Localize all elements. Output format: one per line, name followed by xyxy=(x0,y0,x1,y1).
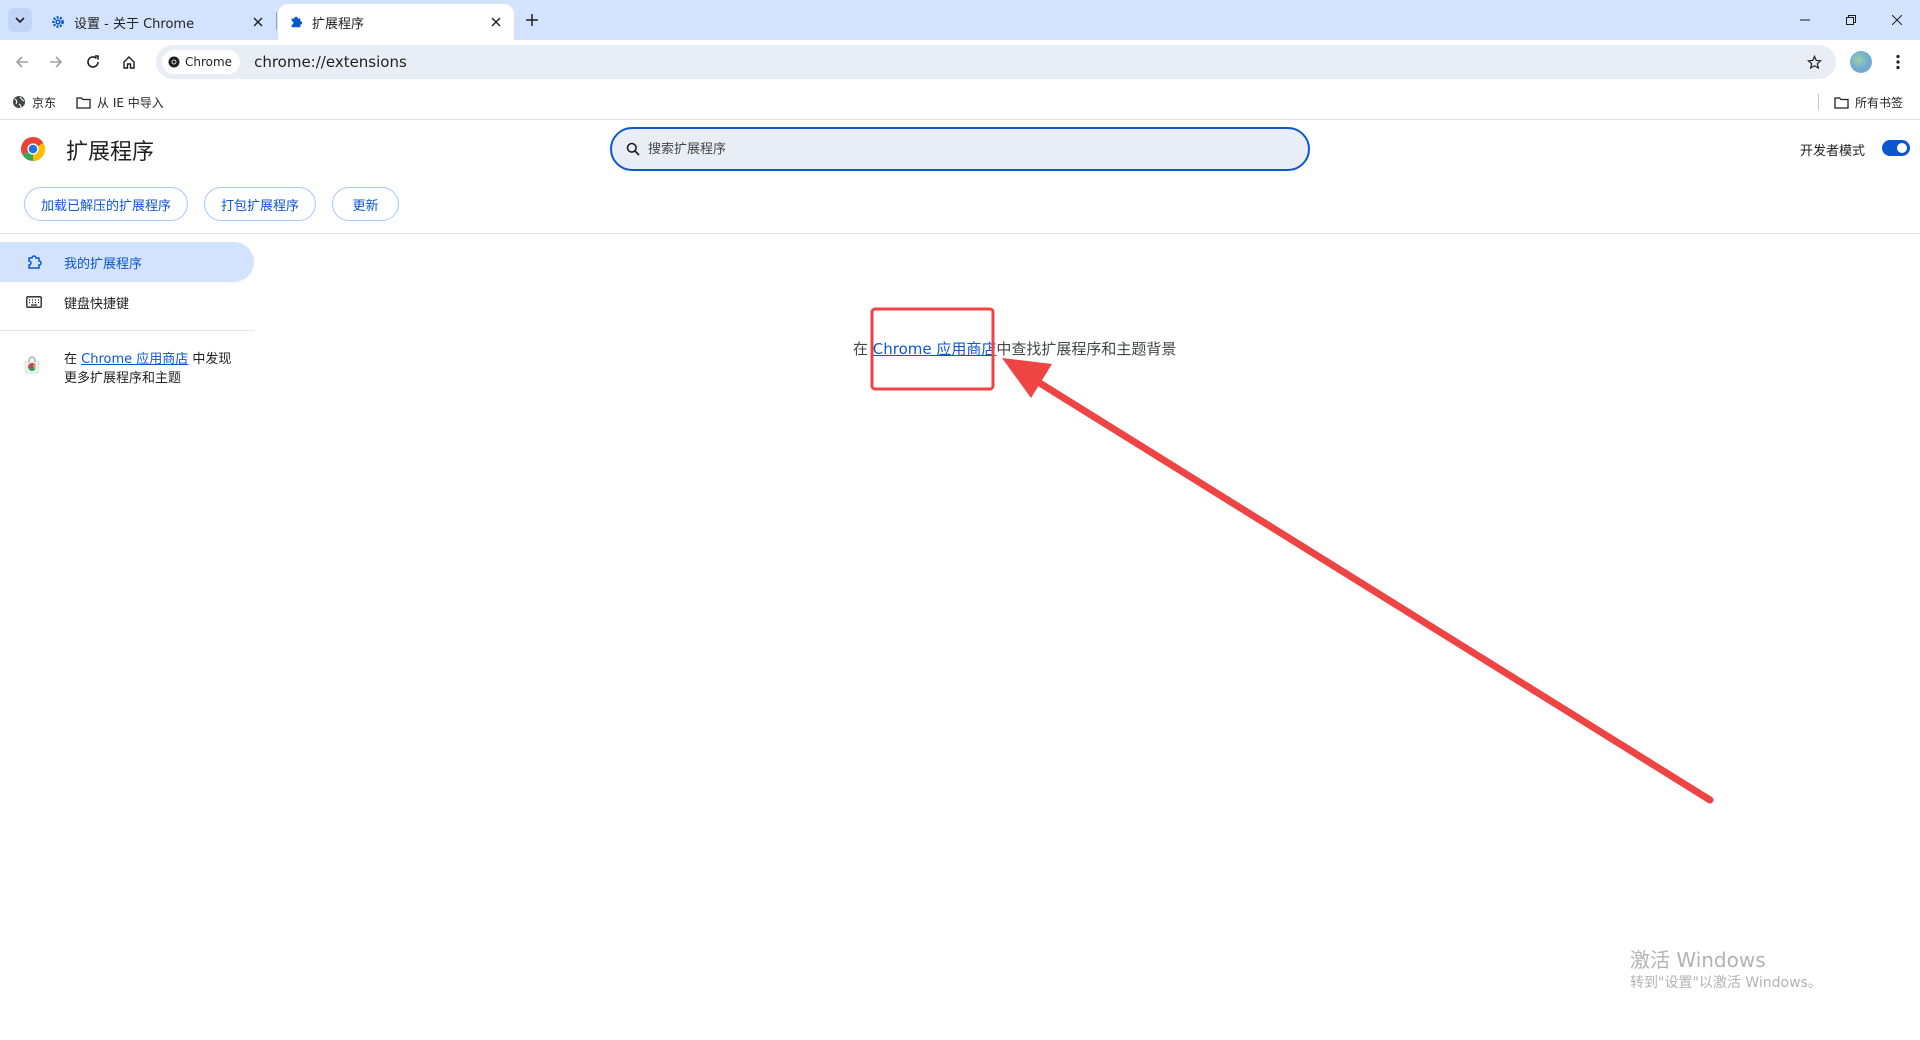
sidebar-item-keyboard-shortcuts[interactable]: 键盘快捷键 xyxy=(0,282,254,322)
page-title: 扩展程序 xyxy=(66,140,155,165)
bookmarks-bar: 京东 从 IE 中导入 所有书签 xyxy=(0,84,1920,120)
web-store-promo-text: 在 Chrome 应用商店 中发现 更多扩展程序和主题 xyxy=(64,350,231,388)
plus-icon xyxy=(526,14,538,26)
tab-search-button[interactable] xyxy=(8,8,32,32)
browser-menu-button[interactable] xyxy=(1886,46,1910,78)
extension-search-box[interactable] xyxy=(610,127,1310,171)
site-chip-label: Chrome xyxy=(185,55,233,69)
back-button[interactable] xyxy=(6,46,38,78)
web-store-icon xyxy=(24,356,40,374)
developer-mode-label: 开发者模式 xyxy=(1800,144,1866,159)
developer-mode-toggle[interactable] xyxy=(1882,140,1910,156)
folder-icon xyxy=(76,96,91,109)
empty-msg-prefix: 在 xyxy=(853,340,869,358)
puzzle-icon xyxy=(24,252,44,272)
bookmarks-divider xyxy=(1818,94,1819,110)
watermark-subtitle: 转到"设置"以激活 Windows。 xyxy=(1630,975,1822,991)
star-icon xyxy=(1806,54,1822,69)
tab-title: 设置 - 关于 Chrome xyxy=(74,16,195,32)
load-unpacked-button[interactable]: 加载已解压的扩展程序 xyxy=(24,187,188,221)
tab-title: 扩展程序 xyxy=(312,16,365,32)
restore-icon xyxy=(1846,15,1856,25)
home-icon xyxy=(123,56,135,69)
all-bookmarks-button[interactable]: 所有书签 xyxy=(1834,90,1903,114)
annotation-arrow-head xyxy=(1002,358,1052,398)
search-icon xyxy=(626,142,640,156)
sidebar-divider xyxy=(0,330,254,331)
search-input[interactable] xyxy=(648,141,1248,157)
close-icon xyxy=(1892,15,1902,25)
address-bar[interactable]: Chrome chrome://extensions xyxy=(156,45,1836,79)
web-store-link[interactable]: Chrome 应用商店 xyxy=(81,352,188,367)
chrome-logo-icon xyxy=(20,137,46,162)
minimize-icon xyxy=(1800,19,1810,21)
web-store-link-main[interactable]: Chrome 应用商店 xyxy=(873,340,997,358)
home-button[interactable] xyxy=(113,46,145,78)
puzzle-icon xyxy=(288,14,304,30)
sidebar: 我的扩展程序 键盘快捷键 在 Chrome 应用商店 中发现 更多扩展程序和主题 xyxy=(0,234,260,1040)
all-bookmarks-label: 所有书签 xyxy=(1855,95,1904,110)
bookmark-folder-ie[interactable]: 从 IE 中导入 xyxy=(76,90,164,114)
annotation-arrow-shaft xyxy=(1026,373,1714,804)
profile-avatar[interactable] xyxy=(1850,51,1872,73)
watermark-title: 激活 Windows xyxy=(1630,948,1766,972)
site-info-chip[interactable]: Chrome xyxy=(162,50,241,74)
more-vert-icon xyxy=(1896,54,1900,70)
new-tab-button[interactable] xyxy=(520,8,544,32)
keyboard-icon xyxy=(24,292,44,312)
bookmark-star-button[interactable] xyxy=(1802,50,1826,74)
sidebar-item-my-extensions[interactable]: 我的扩展程序 xyxy=(0,242,254,282)
back-arrow-icon xyxy=(15,56,28,68)
sidebar-item-label: 键盘快捷键 xyxy=(64,296,130,312)
close-icon[interactable] xyxy=(248,12,268,32)
browser-toolbar: Chrome chrome://extensions xyxy=(0,40,1920,84)
restore-button[interactable] xyxy=(1828,0,1874,40)
chrome-icon xyxy=(168,56,180,68)
web-store-promo: 在 Chrome 应用商店 中发现 更多扩展程序和主题 xyxy=(22,350,252,388)
minimize-button[interactable] xyxy=(1782,0,1828,40)
tab-settings[interactable]: 设置 - 关于 Chrome xyxy=(40,4,276,40)
promo-prefix: 在 xyxy=(64,352,78,367)
chevron-down-icon xyxy=(15,17,25,24)
promo-line2: 更多扩展程序和主题 xyxy=(64,371,182,386)
forward-arrow-icon xyxy=(50,56,63,68)
pack-extension-button[interactable]: 打包扩展程序 xyxy=(204,187,316,221)
url-text: chrome://extensions xyxy=(254,53,407,71)
close-window-button[interactable] xyxy=(1874,0,1920,40)
tab-strip: 设置 - 关于 Chrome 扩展程序 xyxy=(0,0,1920,40)
close-icon[interactable] xyxy=(486,12,506,32)
reload-button[interactable] xyxy=(77,46,109,78)
empty-state-message: 在 Chrome 应用商店中查找扩展程序和主题背景 xyxy=(853,338,1176,359)
tab-separator xyxy=(276,12,277,30)
update-button[interactable]: 更新 xyxy=(332,187,399,221)
extensions-header: 扩展程序 开发者模式 加载已解压的扩展程序 打包扩展程序 更新 xyxy=(0,120,1920,234)
tab-extensions[interactable]: 扩展程序 xyxy=(278,4,514,40)
empty-msg-suffix: 中查找扩展程序和主题背景 xyxy=(996,340,1177,358)
sidebar-item-label: 我的扩展程序 xyxy=(64,256,143,272)
promo-suffix: 中发现 xyxy=(192,352,232,367)
globe-icon xyxy=(13,96,25,109)
bookmark-label: 从 IE 中导入 xyxy=(97,95,164,110)
bookmark-jd[interactable]: 京东 xyxy=(12,90,56,114)
reload-icon xyxy=(87,55,99,68)
gear-icon xyxy=(50,14,66,30)
folder-icon xyxy=(1834,96,1849,109)
forward-button[interactable] xyxy=(40,46,72,78)
bookmark-label: 京东 xyxy=(32,95,57,110)
